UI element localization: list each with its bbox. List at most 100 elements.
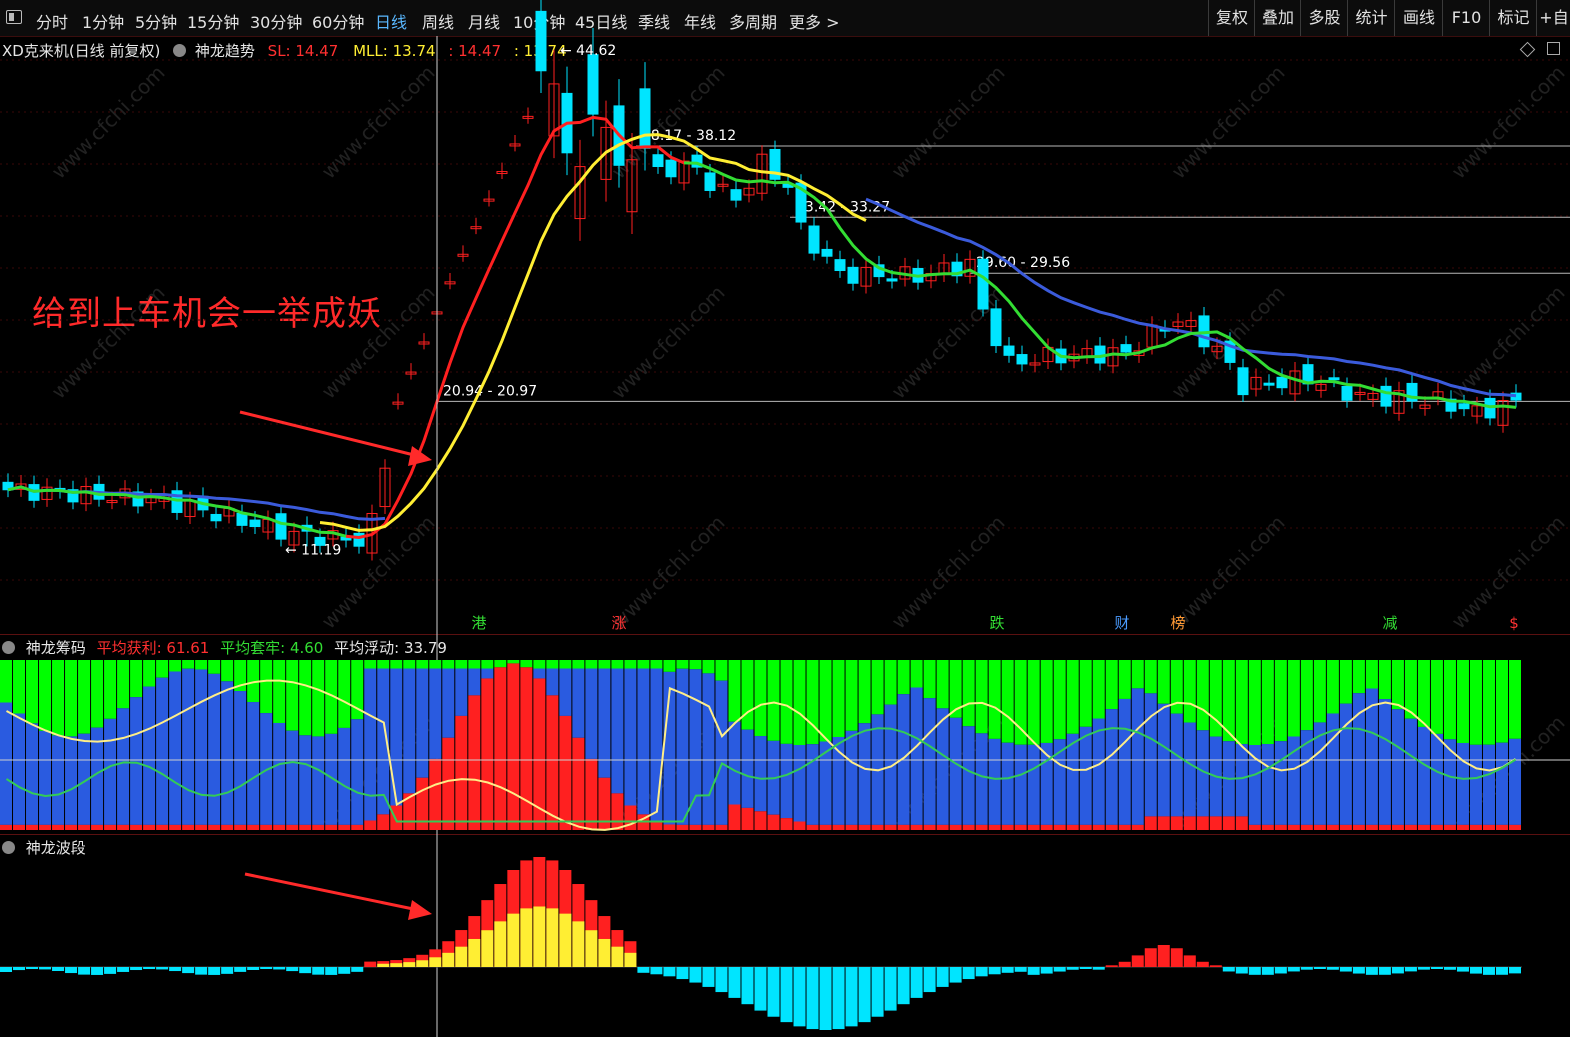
toolbar-button[interactable]: 叠加 bbox=[1254, 0, 1301, 36]
candle-body bbox=[522, 115, 534, 119]
chip-bar-red bbox=[78, 824, 91, 830]
chip-bar-green bbox=[754, 660, 767, 737]
wave-bar-cyan bbox=[715, 967, 728, 993]
indicator-toggle-icon[interactable] bbox=[173, 44, 187, 57]
period-tab[interactable]: 45日线 bbox=[575, 9, 627, 33]
chip-bar-blue bbox=[1248, 744, 1261, 825]
high-marker: ← 44.62 bbox=[560, 43, 616, 59]
candle-body bbox=[327, 530, 339, 540]
candle-body bbox=[665, 159, 677, 178]
toolbar-button[interactable]: +自 bbox=[1536, 0, 1570, 36]
chip-bar-blue bbox=[1339, 703, 1352, 825]
wave-bar-cyan bbox=[1027, 967, 1040, 975]
maximize-icon[interactable] bbox=[1547, 42, 1560, 55]
period-tab[interactable]: 年线 bbox=[684, 9, 716, 33]
wave-toggle-icon[interactable] bbox=[2, 841, 15, 854]
wave-bar-cyan bbox=[130, 967, 143, 971]
chip-bar-red bbox=[104, 824, 117, 830]
wave-bar-cyan bbox=[1352, 967, 1365, 974]
chip-bar-blue bbox=[715, 680, 728, 825]
chip-bar-blue bbox=[364, 668, 377, 821]
event-tag: 榜 bbox=[1170, 614, 1185, 632]
chip-bar-green bbox=[1417, 660, 1430, 727]
toolbar-button[interactable]: 标记 bbox=[1489, 0, 1537, 36]
chip-bar-green bbox=[455, 660, 468, 669]
candlestick-series bbox=[2, 0, 1522, 561]
wave-bar-red bbox=[1118, 961, 1131, 967]
toolbar-button[interactable]: 复权 bbox=[1208, 0, 1255, 36]
candle-body bbox=[353, 532, 365, 547]
chip-bar-blue bbox=[1040, 742, 1053, 825]
chip-bar-green bbox=[0, 660, 13, 703]
period-tab[interactable]: 多周期 bbox=[729, 9, 777, 33]
period-tab[interactable]: 5分钟 bbox=[135, 9, 177, 33]
chip-bar-red bbox=[130, 824, 143, 830]
period-tab[interactable]: 更多 > bbox=[789, 9, 840, 33]
chip-bar-green bbox=[1066, 660, 1079, 734]
chip-bar-blue bbox=[728, 721, 741, 805]
period-tab[interactable]: 月线 bbox=[468, 9, 500, 33]
wave-bar-yellow bbox=[546, 908, 559, 967]
wave-bar-cyan bbox=[806, 967, 819, 1030]
chip-bar-red bbox=[1326, 824, 1339, 830]
chip-bar-green bbox=[910, 660, 923, 688]
chip-bar-red bbox=[845, 824, 858, 830]
wave-bar-red bbox=[1196, 961, 1209, 967]
chip-toggle-icon[interactable] bbox=[2, 641, 15, 654]
restore-icon[interactable] bbox=[1519, 41, 1536, 58]
chip-bar-green bbox=[559, 660, 572, 669]
wave-bar-cyan bbox=[1053, 967, 1066, 972]
period-tab[interactable]: 季线 bbox=[638, 9, 670, 33]
candle-body bbox=[795, 182, 807, 223]
toolbar-button[interactable]: 多股 bbox=[1300, 0, 1348, 36]
chip-bar-red bbox=[1196, 816, 1209, 830]
period-tab[interactable]: 分时 bbox=[36, 9, 68, 33]
candle-body bbox=[639, 88, 651, 149]
wave-bar-yellow bbox=[481, 930, 494, 967]
chip-bar-red bbox=[1430, 824, 1443, 830]
candle-body bbox=[561, 92, 573, 154]
val1: : 14.47 bbox=[448, 42, 502, 60]
candle-body bbox=[1016, 354, 1028, 365]
chip-bar-red bbox=[741, 807, 754, 830]
chart-canvas[interactable]: www.cfchi.com www.cfchi.com www.cfchi.com w… bbox=[0, 0, 1570, 1037]
period-tab[interactable]: 60分钟 bbox=[312, 9, 364, 33]
chip-bar-blue bbox=[1222, 741, 1235, 817]
chip-bar-blue bbox=[390, 668, 403, 806]
chip-bar-red bbox=[871, 824, 884, 830]
chip-bar-red bbox=[195, 824, 208, 830]
candle-body bbox=[1406, 382, 1418, 402]
period-tab[interactable]: 30分钟 bbox=[250, 9, 302, 33]
candle-body bbox=[15, 483, 27, 490]
toolbar-button[interactable]: 画线 bbox=[1394, 0, 1443, 36]
chip-bar-red bbox=[13, 824, 26, 830]
chip-bar-green bbox=[546, 660, 559, 669]
chip-bar-red bbox=[1092, 824, 1105, 830]
period-tab[interactable]: 日线 bbox=[375, 9, 407, 33]
candle-body bbox=[509, 143, 521, 147]
chip-bar-blue bbox=[338, 727, 351, 825]
chip-bar-red bbox=[442, 737, 455, 830]
period-tab[interactable]: 周线 bbox=[422, 9, 454, 33]
wave-bar-cyan bbox=[1391, 967, 1404, 974]
watermark-text: www.cfchi.com bbox=[317, 61, 440, 184]
wave-bar-cyan bbox=[1261, 967, 1274, 975]
chip-bar-green bbox=[572, 660, 585, 669]
chip-bar-blue bbox=[806, 744, 819, 825]
chip-bar-blue bbox=[221, 681, 234, 825]
chip-bar-green bbox=[884, 660, 897, 705]
candle-body bbox=[1458, 403, 1470, 410]
chip-bar-green bbox=[442, 660, 455, 669]
chip-bar-blue bbox=[1287, 736, 1300, 825]
chip-bar-blue bbox=[585, 668, 598, 759]
chip-bar-green bbox=[1157, 660, 1170, 704]
chip-bar-red bbox=[637, 814, 650, 830]
toolbar-button[interactable]: F10 bbox=[1442, 0, 1490, 36]
wave-bar-cyan bbox=[1469, 967, 1482, 974]
period-tab[interactable]: 10分钟 bbox=[513, 9, 565, 33]
period-tab[interactable]: 1分钟 bbox=[82, 9, 124, 33]
chip-bar-red bbox=[1391, 824, 1404, 830]
period-tab[interactable]: 15分钟 bbox=[187, 9, 239, 33]
window-menu-icon[interactable] bbox=[6, 10, 22, 24]
toolbar-button[interactable]: 统计 bbox=[1347, 0, 1395, 36]
